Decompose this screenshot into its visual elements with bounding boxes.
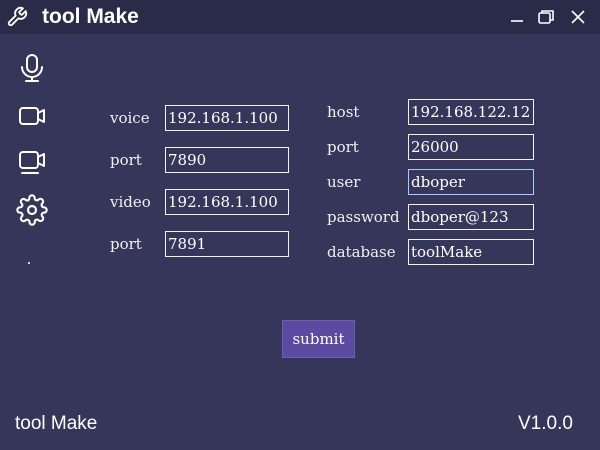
host-input[interactable] — [408, 99, 534, 125]
wrench-icon — [7, 6, 28, 27]
voice-ip-input[interactable] — [165, 105, 289, 131]
title-bar: tool Make — [0, 0, 600, 34]
submit-button[interactable]: submit — [282, 320, 355, 358]
video-port-input[interactable] — [165, 231, 289, 257]
restore-icon[interactable] — [535, 6, 557, 28]
video-camera-icon[interactable] — [16, 100, 48, 132]
microphone-icon[interactable] — [16, 52, 48, 84]
password-input[interactable] — [408, 204, 534, 230]
version-label: V1.0.0 — [518, 413, 573, 434]
close-icon[interactable] — [567, 6, 589, 28]
video-label: video — [110, 193, 151, 211]
minimize-icon[interactable] — [506, 6, 528, 28]
user-label: user — [327, 173, 361, 191]
scroll-indicator — [28, 262, 30, 264]
host-label: host — [327, 103, 360, 121]
footer-app-name: tool Make — [15, 413, 98, 434]
video-port-label: port — [110, 235, 142, 253]
video-ip-input[interactable] — [165, 189, 289, 215]
app-title: tool Make — [42, 5, 139, 28]
voice-port-input[interactable] — [165, 147, 289, 173]
password-label: password — [327, 208, 400, 226]
user-input[interactable] — [408, 169, 534, 195]
port-label: port — [327, 138, 359, 156]
video-chat-icon[interactable] — [16, 146, 48, 178]
voice-label: voice — [110, 109, 150, 127]
gear-icon[interactable] — [16, 194, 48, 226]
database-input[interactable] — [408, 239, 534, 265]
voice-port-label: port — [110, 151, 142, 169]
port-input[interactable] — [408, 134, 534, 160]
database-label: database — [327, 243, 396, 261]
